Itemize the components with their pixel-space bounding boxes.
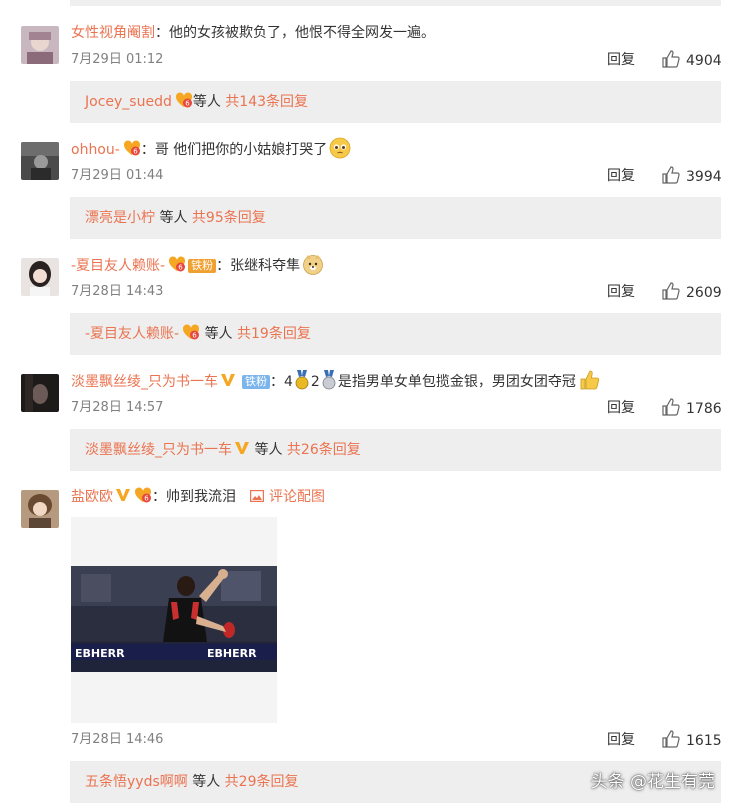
comment-text: 张继科夺隼 xyxy=(230,258,301,274)
medal-icon xyxy=(322,370,336,390)
avatar[interactable] xyxy=(21,374,59,412)
username[interactable]: 淡墨飘丝绫_只为书一车 xyxy=(71,374,218,390)
comment-text-b: 2 xyxy=(310,374,320,390)
subreply-suffix: 等人 xyxy=(254,442,283,458)
reply-button[interactable]: 回复 xyxy=(607,50,635,70)
thumbs-up-icon xyxy=(662,398,680,416)
thumbs-up-emoji xyxy=(580,370,600,390)
svg-text:6: 6 xyxy=(185,100,190,108)
comment-line: 淡墨飘丝绫_只为书一车 铁粉 ：4 2 是指男单女单包揽金银，男团女团夺冠 xyxy=(71,369,600,393)
thumbs-up-icon xyxy=(662,50,680,68)
subreply-suffix: 等人 xyxy=(204,326,233,342)
subreply-bar[interactable]: 漂亮是小柠 等人 共95条回复 xyxy=(70,197,721,239)
subreply-user[interactable]: Jocey_suedd xyxy=(85,94,172,110)
subreply-user[interactable]: 淡墨飘丝绫_只为书一车 xyxy=(85,442,232,458)
thumbs-up-icon xyxy=(662,730,680,748)
subreply-bar[interactable]: 淡墨飘丝绫_只为书一车 等人 共26条回复 xyxy=(70,429,721,471)
avatar[interactable] xyxy=(21,258,59,296)
reply-button[interactable]: 回复 xyxy=(607,282,635,302)
comment-line: -夏目友人赖账- 6 铁粉 ：张继科夺隼 xyxy=(71,253,324,277)
subreply-user[interactable]: 漂亮是小柠 xyxy=(85,210,155,226)
vip-heart-badge: 6 xyxy=(134,487,152,503)
subreply-count[interactable]: 共26条回复 xyxy=(287,442,361,458)
subreply-count[interactable]: 共95条回复 xyxy=(192,210,266,226)
subreply-bar[interactable]: Jocey_suedd 6 等人 共143条回复 xyxy=(70,81,721,123)
comment-text: 哥 他们把你的小姑娘打哭了 xyxy=(154,142,328,158)
reply-button[interactable]: 回复 xyxy=(607,166,635,186)
timestamp: 7月29日 01:44 xyxy=(71,168,164,183)
like-count: 2609 xyxy=(686,285,722,301)
subreply-suffix: 等人 xyxy=(159,210,188,226)
avatar[interactable] xyxy=(21,26,59,64)
comment-image-label: 评论配图 xyxy=(269,489,325,505)
avatar[interactable] xyxy=(21,142,59,180)
previous-subreply-strip xyxy=(70,0,721,6)
comment-text-c: 是指男单女单包揽金银，男团女团夺冠 xyxy=(337,374,576,390)
comment-text: 帅到我流泪 xyxy=(166,489,236,505)
photo-banner-text-right: EBHERR xyxy=(207,647,257,660)
comment-line: 盐欧欧 6 ：帅到我流泪 评论配图 xyxy=(71,485,325,509)
comment-text-a: 4 xyxy=(284,374,293,390)
like-button[interactable]: 1786 xyxy=(662,398,722,418)
like-button[interactable]: 3994 xyxy=(662,166,722,186)
subreply-user[interactable]: 五条悟yyds啊啊 xyxy=(85,774,188,790)
subreply-count[interactable]: 共143条回复 xyxy=(225,94,308,110)
avatar[interactable] xyxy=(21,490,59,528)
like-button[interactable]: 1615 xyxy=(662,730,722,750)
comment-line: ohhou- 6 ：哥 他们把你的小姑娘打哭了 xyxy=(71,137,351,161)
username[interactable]: 女性视角阉割 xyxy=(71,25,155,41)
verified-v-icon xyxy=(235,442,249,454)
verified-v-icon xyxy=(221,374,235,386)
vip-heart-badge: 6 xyxy=(169,256,186,272)
reply-button[interactable]: 回复 xyxy=(607,730,635,750)
comment-text: 他的女孩被欺负了，他恨不得全网发一遍。 xyxy=(169,25,435,41)
vip-heart-badge: 6 xyxy=(183,324,200,340)
username[interactable]: -夏目友人赖账- xyxy=(71,258,165,274)
fan-tag: 铁粉 xyxy=(242,375,270,389)
svg-text:6: 6 xyxy=(192,332,197,340)
like-count: 4904 xyxy=(686,53,722,69)
subreply-bar[interactable]: -夏目友人赖账- 6 等人 共19条回复 xyxy=(70,313,721,355)
medal-icon xyxy=(295,370,309,390)
reply-button[interactable]: 回复 xyxy=(607,398,635,418)
timestamp: 7月28日 14:57 xyxy=(71,400,164,415)
thumbs-up-icon xyxy=(662,282,680,300)
vip-heart-badge: 6 xyxy=(175,92,192,108)
svg-text:6: 6 xyxy=(144,495,149,503)
subreply-suffix: 等人 xyxy=(192,774,221,790)
like-count: 3994 xyxy=(686,169,722,185)
timestamp: 7月28日 14:46 xyxy=(71,732,164,747)
verified-v-icon xyxy=(116,489,130,501)
timestamp: 7月28日 14:43 xyxy=(71,284,164,299)
like-button[interactable]: 4904 xyxy=(662,50,722,70)
doge-emoji xyxy=(303,255,324,275)
subreply-count[interactable]: 共29条回复 xyxy=(225,774,299,790)
comment-image-link[interactable]: 评论配图 xyxy=(250,489,325,505)
svg-text:6: 6 xyxy=(133,148,138,156)
vip-heart-badge: 6 xyxy=(123,140,140,156)
username[interactable]: ohhou- xyxy=(71,142,120,158)
subreply-count[interactable]: 共19条回复 xyxy=(237,326,311,342)
comment-image[interactable]: EBHERR EBHERR xyxy=(71,566,277,672)
like-count: 1615 xyxy=(686,733,722,749)
svg-text:6: 6 xyxy=(178,264,183,272)
watermark: 头条 @花生有莞 xyxy=(590,772,715,792)
like-button[interactable]: 2609 xyxy=(662,282,722,302)
image-icon xyxy=(250,490,265,503)
like-count: 1786 xyxy=(686,401,722,417)
timestamp: 7月29日 01:12 xyxy=(71,52,164,67)
photo-banner-text: EBHERR xyxy=(75,647,125,660)
username[interactable]: 盐欧欧 xyxy=(71,489,113,505)
comment-line: 女性视角阉割：他的女孩被欺负了，他恨不得全网发一遍。 xyxy=(71,25,435,41)
subreply-suffix: 等人 xyxy=(192,94,221,110)
fan-tag: 铁粉 xyxy=(188,259,217,273)
thumbs-up-icon xyxy=(662,166,680,184)
subreply-user[interactable]: -夏目友人赖账- xyxy=(85,326,179,342)
pleading-face-emoji xyxy=(329,137,351,159)
